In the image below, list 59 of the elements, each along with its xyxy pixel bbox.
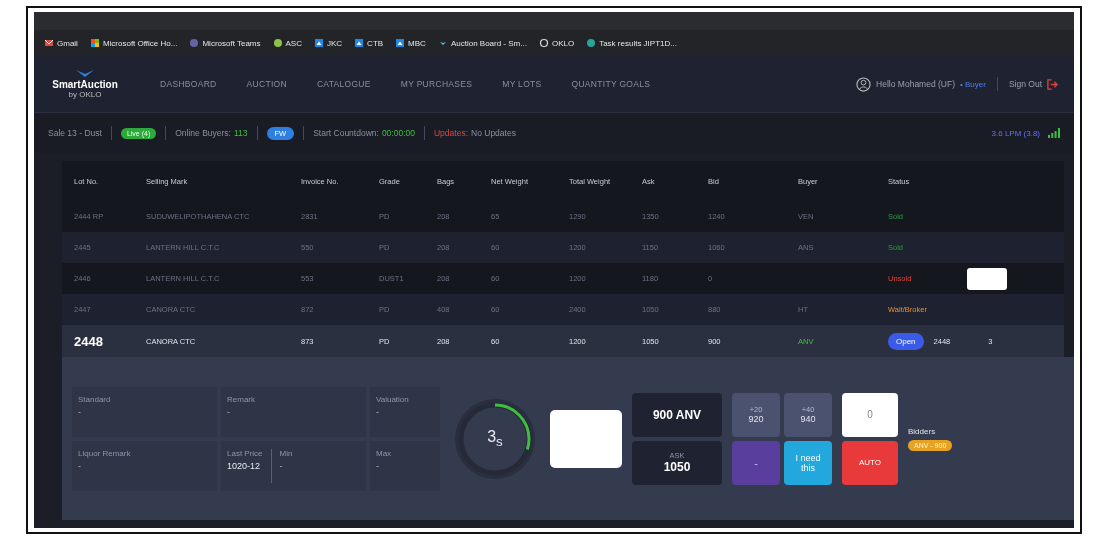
bookmark[interactable]: Microsoft Office Ho...	[89, 38, 178, 48]
bidders-label: Bidders	[908, 426, 937, 436]
cloud-icon	[395, 38, 406, 48]
cloud-icon	[314, 38, 324, 48]
online-buyers-label: Online Buyers:	[175, 128, 231, 138]
nav-link[interactable]: QUANTITY GOALS	[571, 79, 651, 89]
nav-link[interactable]: MY LOTS	[502, 79, 542, 89]
field-label: Standard	[78, 394, 111, 404]
mail-icon	[44, 38, 54, 48]
bookmark[interactable]: Task results JIPT1D...	[586, 38, 677, 48]
updates-label: Updates:	[434, 128, 468, 138]
updates-value: No Updates	[471, 128, 516, 138]
nav-link[interactable]: MY PURCHASES	[400, 79, 473, 89]
field-label: Min	[279, 448, 293, 458]
grid-icon	[89, 38, 100, 48]
blank-panel	[550, 409, 622, 468]
bookmark[interactable]: MBC	[395, 38, 426, 48]
current-bid: 900 ANV	[632, 392, 722, 437]
sale-name: Sale 13 - Dust	[48, 128, 102, 138]
nav-link[interactable]: AUCTION	[246, 79, 287, 89]
bid-button[interactable]: -	[732, 440, 780, 485]
cloud-icon	[354, 38, 365, 48]
field-value: -	[78, 460, 82, 471]
field-value: 1020-12	[227, 460, 262, 471]
open-button[interactable]: Open	[888, 332, 924, 350]
bookmark[interactable]: CTB	[354, 38, 384, 48]
table-cell: 2448	[74, 333, 103, 349]
field-label: Valuation	[376, 394, 409, 404]
nav-link[interactable]: DASHBOARD	[160, 79, 217, 89]
user-role: • Buyer	[960, 79, 986, 89]
rate-reading: 3.6 LPM (3.8)	[991, 128, 1040, 138]
field-value: -	[279, 460, 284, 471]
bookmark[interactable]: ASC	[272, 38, 302, 48]
countdown-value: 00:00:00	[381, 128, 415, 138]
bookmark[interactable]: Gmail	[44, 38, 78, 48]
user-greeting: Hello Mohamed (UF)	[876, 79, 955, 89]
user-icon	[856, 76, 872, 92]
nav-link[interactable]: CATALOGUE	[316, 79, 371, 89]
field-value: -	[376, 460, 380, 471]
sign-out-link[interactable]: Sign Out	[1008, 79, 1042, 89]
auto-bid-field[interactable]: 0	[842, 392, 898, 437]
bookmark[interactable]: Auction Board - Sm...	[437, 38, 527, 48]
signal-icon	[1048, 128, 1060, 138]
field-label: Last Price	[227, 448, 263, 458]
logout-icon[interactable]	[1047, 78, 1058, 90]
blank-box[interactable]	[967, 267, 1008, 290]
bookmark[interactable]: JKC	[314, 38, 343, 48]
field-label: Remark	[227, 394, 255, 404]
online-buyers-count: 113	[233, 128, 248, 138]
field-label: Liquor Remark	[78, 448, 131, 458]
field-value: -	[376, 406, 380, 417]
field-value: -	[78, 406, 82, 417]
logo[interactable]: SmartAuction by OKLO	[50, 69, 120, 99]
auto-button[interactable]: AUTO	[842, 440, 898, 485]
countdown-label: Start Countdown:	[313, 128, 379, 138]
bookmark[interactable]: Microsoft Teams	[189, 38, 261, 48]
field-label: Max	[376, 448, 392, 458]
bookmark[interactable]: OKLO	[538, 38, 575, 48]
field-value: -	[227, 406, 231, 417]
